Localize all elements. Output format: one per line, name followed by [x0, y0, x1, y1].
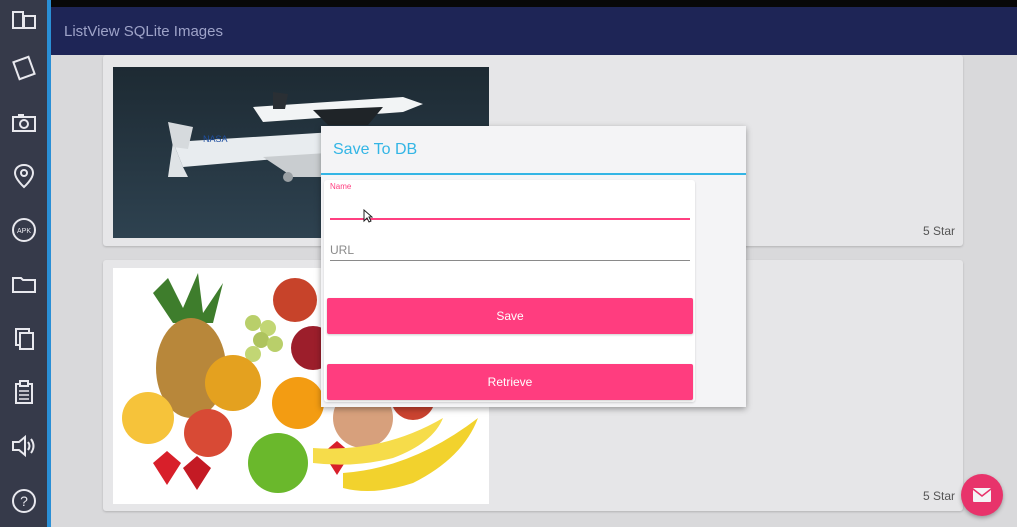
- camera-button[interactable]: [0, 103, 47, 143]
- tilt-device-icon: [11, 55, 36, 81]
- clipboard-button[interactable]: [0, 372, 47, 412]
- name-field-label: Name: [330, 182, 352, 191]
- mail-icon: [972, 488, 992, 502]
- volume-button[interactable]: [0, 426, 47, 466]
- rating-label: 5 Star: [922, 489, 955, 503]
- status-bar: [51, 0, 1017, 7]
- dialog-divider: [321, 173, 746, 175]
- dialog-title: Save To DB: [333, 141, 418, 158]
- location-pin-icon: [13, 163, 34, 189]
- apk-button[interactable]: APK: [0, 210, 47, 250]
- copy-button[interactable]: [0, 318, 47, 358]
- rotate-device-icon: [11, 11, 36, 29]
- email-fab[interactable]: [961, 474, 1003, 516]
- name-field[interactable]: [330, 198, 690, 220]
- help-button[interactable]: ?: [0, 481, 47, 521]
- retrieve-button[interactable]: Retrieve: [327, 364, 693, 400]
- form-card: Name Save Retrieve: [324, 180, 695, 402]
- app-title: ListView SQLite Images: [64, 23, 223, 40]
- location-button[interactable]: [0, 156, 47, 196]
- save-to-db-dialog: Save To DB Name Save Retrieve: [321, 126, 746, 407]
- rotate-device-button[interactable]: [0, 0, 47, 40]
- save-button[interactable]: Save: [327, 298, 693, 334]
- app-bar: ListView SQLite Images: [51, 7, 1017, 55]
- tilt-device-button[interactable]: [0, 48, 47, 88]
- clipboard-icon: [14, 380, 33, 404]
- help-icon: ?: [11, 489, 36, 513]
- camera-icon: [11, 114, 36, 132]
- help-label: ?: [20, 493, 28, 509]
- rating-label: 5 Star: [922, 224, 955, 238]
- apk-icon: APK: [11, 218, 36, 242]
- url-field[interactable]: [330, 240, 690, 261]
- device-screen: ListView SQLite Images NASA 5 Star 5 Sta…: [51, 0, 1017, 527]
- nasa-logo: NASA: [203, 134, 228, 144]
- folder-icon: [11, 277, 36, 293]
- emulator-toolbar: APK ?: [0, 0, 47, 527]
- apk-label: APK: [16, 228, 30, 235]
- mouse-pointer-icon: [363, 209, 373, 223]
- folder-button[interactable]: [0, 264, 47, 304]
- copy-icon: [14, 328, 34, 350]
- volume-icon: [11, 434, 34, 458]
